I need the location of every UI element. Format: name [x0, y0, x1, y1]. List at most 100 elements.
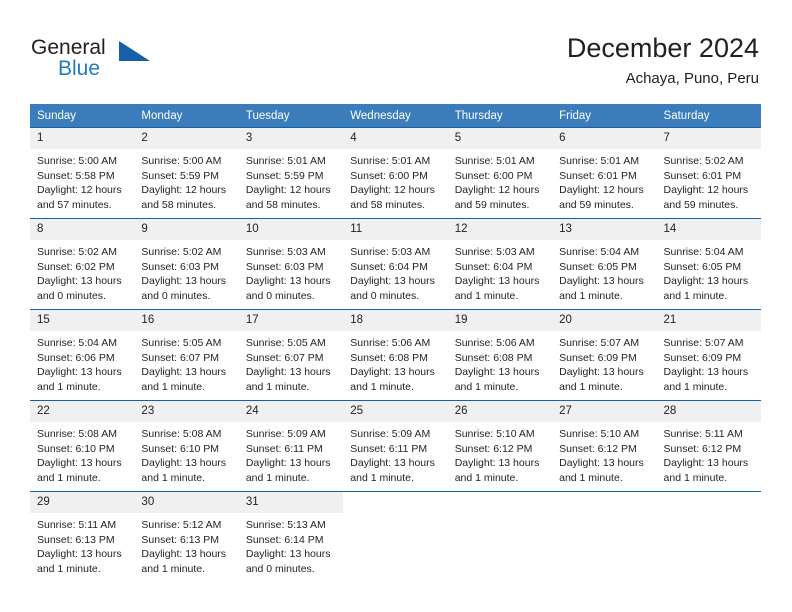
calendar-day-cell[interactable]: 18 Sunrise: 5:06 AM Sunset: 6:08 PM Dayligh…: [343, 309, 448, 401]
calendar-day-cell[interactable]: 26 Sunrise: 5:10 AM Sunset: 6:12 PM Dayligh…: [447, 400, 553, 492]
daylight-text: Daylight: 13 hours and 0 minutes.: [245, 548, 331, 575]
sunrise-text: Sunrise: 5:10 AM: [559, 428, 640, 440]
daylight-text: Daylight: 13 hours and 1 minute.: [350, 366, 435, 393]
calendar-day-cell[interactable]: 8 Sunrise: 5:02 AM Sunset: 6:02 PM Daylight…: [30, 218, 135, 310]
day-number: [343, 492, 447, 513]
sunset-text: Sunset: 6:12 PM: [454, 442, 533, 455]
calendar-day-cell[interactable]: 20 Sunrise: 5:07 AM Sunset: 6:09 PM Dayligh…: [552, 309, 657, 401]
calendar-day-cell-empty: [447, 491, 553, 582]
day-number: 15: [30, 310, 135, 331]
sunset-text: Sunset: 6:08 PM: [454, 351, 533, 364]
calendar-week-row: 8 Sunrise: 5:02 AM Sunset: 6:02 PM Daylight…: [30, 218, 761, 310]
daylight-text: Daylight: 13 hours and 1 minute.: [245, 457, 331, 484]
calendar-day-cell[interactable]: 29 Sunrise: 5:11 AM Sunset: 6:13 PM Dayligh…: [30, 491, 135, 582]
calendar-day-cell[interactable]: 21 Sunrise: 5:07 AM Sunset: 6:09 PM Dayligh…: [656, 309, 761, 401]
day-number: 20: [552, 310, 657, 331]
daylight-text: Daylight: 13 hours and 1 minute.: [141, 548, 227, 575]
sunrise-text: Sunrise: 5:11 AM: [37, 519, 117, 531]
day-number: 7: [656, 128, 761, 149]
sunrise-text: Sunrise: 5:05 AM: [141, 337, 222, 349]
daylight-text: Daylight: 13 hours and 1 minute.: [559, 457, 644, 484]
day-details: Sunrise: 5:06 AM Sunset: 6:08 PM Daylight:…: [343, 331, 447, 394]
calendar-day-cell[interactable]: 25 Sunrise: 5:09 AM Sunset: 6:11 PM Dayligh…: [343, 400, 448, 492]
daylight-text: Daylight: 12 hours and 59 minutes.: [454, 184, 540, 211]
sunrise-text: Sunrise: 5:11 AM: [663, 428, 743, 440]
calendar-day-cell[interactable]: 27 Sunrise: 5:10 AM Sunset: 6:12 PM Dayligh…: [552, 400, 657, 492]
day-number: 27: [552, 401, 657, 422]
page-header: General Blue December 2024 Achaya, Puno,…: [0, 0, 792, 98]
day-details: Sunrise: 5:03 AM Sunset: 6:03 PM Daylight:…: [239, 240, 343, 303]
day-details: Sunrise: 5:01 AM Sunset: 5:59 PM Daylight:…: [239, 149, 343, 212]
calendar-day-cell[interactable]: 12 Sunrise: 5:03 AM Sunset: 6:04 PM Dayligh…: [447, 218, 553, 310]
calendar-day-cell[interactable]: 22 Sunrise: 5:08 AM Sunset: 6:10 PM Dayligh…: [30, 400, 135, 492]
sunrise-text: Sunrise: 5:04 AM: [559, 246, 640, 258]
daylight-text: Daylight: 13 hours and 0 minutes.: [245, 275, 331, 302]
calendar-day-cell[interactable]: 6 Sunrise: 5:01 AM Sunset: 6:01 PM Daylight…: [552, 127, 657, 219]
sunrise-text: Sunrise: 5:01 AM: [350, 155, 431, 167]
day-number: 29: [30, 492, 135, 513]
calendar-day-cell[interactable]: 28 Sunrise: 5:11 AM Sunset: 6:12 PM Dayligh…: [656, 400, 761, 492]
sunset-text: Sunset: 6:14 PM: [245, 533, 324, 546]
sunrise-text: Sunrise: 5:04 AM: [37, 337, 117, 349]
sunrise-text: Sunrise: 5:03 AM: [245, 246, 326, 258]
day-details: Sunrise: 5:13 AM Sunset: 6:14 PM Daylight:…: [239, 513, 343, 576]
day-details: Sunrise: 5:10 AM Sunset: 6:12 PM Daylight:…: [448, 422, 552, 485]
calendar-day-cell[interactable]: 19 Sunrise: 5:06 AM Sunset: 6:08 PM Dayligh…: [447, 309, 553, 401]
day-details: Sunrise: 5:01 AM Sunset: 6:01 PM Daylight:…: [552, 149, 656, 212]
calendar-week-row: 29 Sunrise: 5:11 AM Sunset: 6:13 PM Dayligh…: [30, 491, 761, 582]
day-details: Sunrise: 5:11 AM Sunset: 6:13 PM Daylight:…: [30, 513, 134, 576]
day-number: 19: [447, 310, 553, 331]
daylight-text: Daylight: 13 hours and 0 minutes.: [141, 275, 227, 302]
sunrise-text: Sunrise: 5:03 AM: [350, 246, 431, 258]
day-details: Sunrise: 5:05 AM Sunset: 6:07 PM Daylight:…: [239, 331, 343, 394]
sunrise-text: Sunrise: 5:09 AM: [245, 428, 326, 440]
calendar-day-cell[interactable]: 5 Sunrise: 5:01 AM Sunset: 6:00 PM Daylight…: [447, 127, 553, 219]
calendar-day-cell[interactable]: 23 Sunrise: 5:08 AM Sunset: 6:10 PM Dayligh…: [134, 400, 239, 492]
day-details: Sunrise: 5:09 AM Sunset: 6:11 PM Daylight:…: [239, 422, 343, 485]
calendar-day-cell[interactable]: 13 Sunrise: 5:04 AM Sunset: 6:05 PM Dayligh…: [552, 218, 657, 310]
daylight-text: Daylight: 13 hours and 0 minutes.: [350, 275, 435, 302]
day-number: 26: [447, 401, 553, 422]
calendar-day-cell[interactable]: 3 Sunrise: 5:01 AM Sunset: 5:59 PM Daylight…: [238, 127, 344, 219]
calendar-day-cell[interactable]: 10 Sunrise: 5:03 AM Sunset: 6:03 PM Dayligh…: [238, 218, 344, 310]
calendar-day-cell[interactable]: 30 Sunrise: 5:12 AM Sunset: 6:13 PM Dayligh…: [134, 491, 239, 582]
day-number: 4: [343, 128, 448, 149]
daylight-text: Daylight: 13 hours and 1 minute.: [559, 275, 644, 302]
sunset-text: Sunset: 6:00 PM: [454, 169, 533, 182]
day-number: 16: [134, 310, 239, 331]
calendar-day-cell[interactable]: 11 Sunrise: 5:03 AM Sunset: 6:04 PM Dayligh…: [343, 218, 448, 310]
day-details: Sunrise: 5:10 AM Sunset: 6:12 PM Daylight:…: [552, 422, 656, 485]
daylight-text: Daylight: 13 hours and 1 minute.: [350, 457, 435, 484]
day-number: [657, 492, 761, 513]
calendar-day-cell[interactable]: 24 Sunrise: 5:09 AM Sunset: 6:11 PM Dayligh…: [238, 400, 344, 492]
daylight-text: Daylight: 12 hours and 57 minutes.: [37, 184, 122, 211]
day-number: 9: [134, 219, 239, 240]
day-details: Sunrise: 5:09 AM Sunset: 6:11 PM Daylight:…: [343, 422, 447, 485]
sunset-text: Sunset: 5:59 PM: [245, 169, 324, 182]
daylight-text: Daylight: 13 hours and 1 minute.: [37, 457, 122, 484]
calendar-day-cell[interactable]: 14 Sunrise: 5:04 AM Sunset: 6:05 PM Dayligh…: [656, 218, 761, 310]
day-details: Sunrise: 5:11 AM Sunset: 6:12 PM Daylight:…: [657, 422, 761, 485]
weekday-header-friday: Friday: [552, 104, 657, 128]
calendar-day-cell[interactable]: 31 Sunrise: 5:13 AM Sunset: 6:14 PM Dayligh…: [238, 491, 344, 582]
sunset-text: Sunset: 6:04 PM: [454, 260, 533, 273]
weekday-header-thursday: Thursday: [447, 104, 553, 128]
day-number: 3: [238, 128, 344, 149]
day-number: 25: [343, 401, 448, 422]
general-blue-logo[interactable]: General Blue: [31, 36, 231, 86]
day-number: 17: [238, 310, 344, 331]
calendar-day-cell[interactable]: 16 Sunrise: 5:05 AM Sunset: 6:07 PM Dayligh…: [134, 309, 239, 401]
calendar-day-cell[interactable]: 17 Sunrise: 5:05 AM Sunset: 6:07 PM Dayligh…: [238, 309, 344, 401]
day-number: 8: [30, 219, 135, 240]
day-number: 14: [656, 219, 761, 240]
calendar-day-cell[interactable]: 1 Sunrise: 5:00 AM Sunset: 5:58 PM Daylight…: [30, 127, 135, 219]
sunset-text: Sunset: 6:10 PM: [141, 442, 220, 455]
calendar-day-cell[interactable]: 4 Sunrise: 5:01 AM Sunset: 6:00 PM Daylight…: [343, 127, 448, 219]
calendar-day-cell[interactable]: 9 Sunrise: 5:02 AM Sunset: 6:03 PM Daylight…: [134, 218, 239, 310]
calendar-day-cell[interactable]: 2 Sunrise: 5:00 AM Sunset: 5:59 PM Daylight…: [134, 127, 239, 219]
page-title: December 2024: [566, 33, 759, 63]
calendar-day-cell[interactable]: 15 Sunrise: 5:04 AM Sunset: 6:06 PM Dayligh…: [30, 309, 135, 401]
daylight-text: Daylight: 13 hours and 1 minute.: [454, 457, 540, 484]
calendar-day-cell-empty: [552, 491, 657, 582]
calendar-day-cell[interactable]: 7 Sunrise: 5:02 AM Sunset: 6:01 PM Daylight…: [656, 127, 761, 219]
